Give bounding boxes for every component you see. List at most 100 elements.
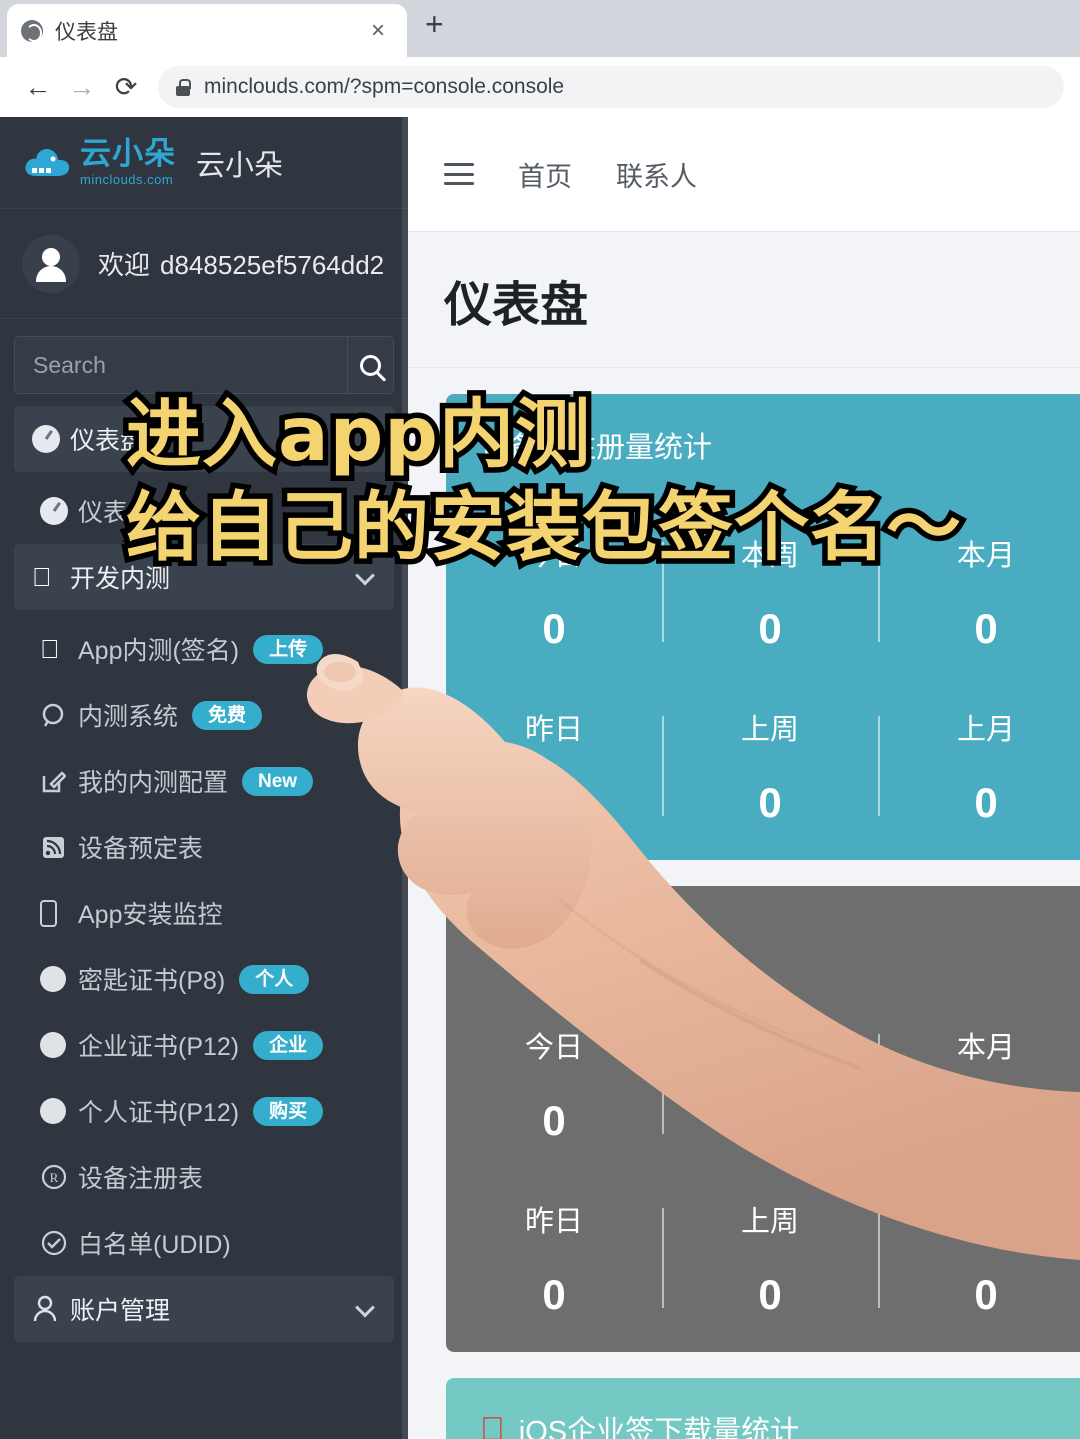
browser-tab-strip: 仪表盘 × + <box>0 0 1080 57</box>
sidebar-item-app-install-monitor[interactable]: App安装监控 <box>14 880 394 946</box>
sidebar-search <box>0 319 408 406</box>
chevron-down-icon <box>355 1297 375 1318</box>
sidebar-item-personal-cert-p12[interactable]: 个人证书(P12) 购买 <box>14 1078 394 1144</box>
svg-text:R: R <box>50 1170 59 1185</box>
forward-button[interactable]: → <box>60 65 104 109</box>
badge-personal: 个人 <box>239 964 310 994</box>
sidebar-item-label: 账户管理 <box>70 1297 171 1325</box>
edit-icon <box>40 768 78 794</box>
search-icon <box>360 354 381 376</box>
badge-enterprise: 企业 <box>253 1030 324 1060</box>
sidebar-item-my-beta-config[interactable]: 我的内测配置 New <box>14 748 394 814</box>
sidebar-item-label: 仪表盘 <box>78 499 154 527</box>
stat-cell: 本周 0 <box>662 532 878 650</box>
stat-cards: 设备新注册量统计 今日 0 本周 0 本月 0 昨日 0 上周 0 上月 0 统… <box>408 368 1080 1439</box>
search-button[interactable] <box>347 337 393 393</box>
hamburger-icon[interactable] <box>444 163 474 185</box>
avatar <box>22 234 80 293</box>
sidebar-item-label: 个人证书(P12) <box>78 1099 240 1127</box>
stat-cell: 昨日 0 <box>446 1198 662 1316</box>
badge-upload: 上传 <box>253 634 324 664</box>
sidebar-item-label: 我的内测配置 <box>78 769 229 797</box>
stat-value: 0 <box>974 605 998 652</box>
sidebar-item-app-beta-sign[interactable]:  App内测(签名) 上传 <box>14 616 394 682</box>
stat-label: 本月 <box>956 540 1015 572</box>
sidebar-item-beta-system[interactable]: 内测系统 免费 <box>14 682 394 748</box>
browser-toolbar: ← → ⟳ minclouds.com/?spm=console.console <box>0 57 1080 117</box>
gauge-icon <box>32 425 70 453</box>
stat-card-device-registrations[interactable]: 设备新注册量统计 今日 0 本周 0 本月 0 昨日 0 上周 0 上月 0 <box>446 394 1080 860</box>
user-welcome-row[interactable]: 欢迎 d848525ef5764dd2 <box>0 209 408 319</box>
stat-card-secondary[interactable]: 统计 今日 0 本周 0 本月 0 昨日 0 上周 0 上月 0 <box>446 886 1080 1352</box>
sidebar-item-label: 企业证书(P12) <box>78 1033 240 1061</box>
card-title: 统计 <box>446 916 1080 958</box>
stat-value: 0 <box>974 1271 998 1318</box>
stat-label: 上周 <box>740 714 799 746</box>
stat-label: 昨日 <box>524 714 583 746</box>
welcome-greeting: 欢迎 <box>98 250 151 280</box>
stat-label: 今日 <box>524 540 583 572</box>
stat-card-ios-enterprise-downloads[interactable]:  iOS企业签下载量统计 今日 本周 本月 mi <box>446 1378 1080 1439</box>
address-bar[interactable]: minclouds.com/?spm=console.console <box>158 66 1064 108</box>
stat-cell: 今日 0 <box>446 1024 662 1142</box>
sidebar-item-label: 设备注册表 <box>78 1165 204 1193</box>
user-icon <box>32 1295 70 1323</box>
sidebar-group-account[interactable]: 账户管理 <box>14 1276 394 1342</box>
browser-tab[interactable]: 仪表盘 × <box>7 4 407 57</box>
sidebar-item-dashboard[interactable]: 仪表盘 <box>14 406 394 472</box>
gauge-icon <box>40 497 78 525</box>
card-title:  iOS企业签下载量统计 <box>446 1408 1080 1439</box>
sidebar-item-label: 密匙证书(P8) <box>78 967 226 995</box>
nav-link-home[interactable]: 首页 <box>518 155 572 194</box>
back-button[interactable]: ← <box>16 65 60 109</box>
nav-link-contacts[interactable]: 联系人 <box>616 155 697 194</box>
screenshot-root: 仪表盘 × + ← → ⟳ minclouds.com/?spm=console… <box>0 0 1080 1439</box>
card-title: 设备新注册量统计 <box>446 424 1080 466</box>
check-circle-icon <box>40 1229 78 1257</box>
sidebar-item-dashboard-2[interactable]: 仪表盘 <box>14 478 394 544</box>
stat-value: 0 <box>758 779 782 826</box>
page-title: 仪表盘 <box>444 278 589 332</box>
brand-header[interactable]: 云小朵 minclouds.com 云小朵 <box>0 117 408 209</box>
page-title-bar: 仪表盘 <box>408 232 1080 368</box>
brand-name: 云小朵 <box>80 136 176 171</box>
stat-cell: 上周 0 <box>662 706 878 824</box>
sidebar-item-enterprise-cert-p12[interactable]: 企业证书(P12) 企业 <box>14 1012 394 1078</box>
sidebar-item-label: App安装监控 <box>78 901 223 929</box>
apple-icon:  <box>32 564 70 590</box>
stat-cell: 上月 0 <box>878 706 1080 824</box>
reload-button[interactable]: ⟳ <box>104 65 148 109</box>
search-box[interactable] <box>14 336 394 394</box>
ring-icon <box>40 702 78 728</box>
stat-label: 本月 <box>956 1032 1015 1064</box>
sidebar-item-device-registry[interactable]: R 设备注册表 <box>14 1144 394 1210</box>
sidebar-group-dev-beta[interactable]:  开发内测 <box>14 544 394 610</box>
stat-row-current: 今日 0 本周 0 本月 0 <box>446 532 1080 650</box>
stat-value: 0 <box>758 1271 782 1318</box>
sidebar-item-key-cert-p8[interactable]: 密匙证书(P8) 个人 <box>14 946 394 1012</box>
stat-cell: 上周 0 <box>662 1198 878 1316</box>
certificate-icon <box>40 1098 78 1124</box>
sidebar-item-whitelist-udid[interactable]: 白名单(UDID) <box>14 1210 394 1276</box>
stat-value: 0 <box>542 1271 566 1318</box>
brand-alt-name: 云小朵 <box>196 149 284 182</box>
sidebar-item-device-booking[interactable]: 设备预定表 <box>14 814 394 880</box>
brand-domain: minclouds.com <box>80 172 174 187</box>
rss-icon <box>40 834 78 860</box>
main-content: 首页 联系人 仪表盘 设备新注册量统计 今日 0 本周 0 本月 0 昨日 0 … <box>408 117 1080 1439</box>
card-title-text: iOS企业签下载量统计 <box>494 1416 799 1439</box>
stat-value: 0 <box>974 1097 998 1144</box>
close-icon[interactable]: × <box>371 18 385 43</box>
globe-icon <box>21 19 43 42</box>
badge-free: 免费 <box>192 700 263 730</box>
sidebar-item-label: App内测(签名) <box>78 637 240 665</box>
new-tab-button[interactable]: + <box>425 8 444 40</box>
stat-label: 上周 <box>740 1206 799 1238</box>
stat-cell: 本月 0 <box>878 1024 1080 1142</box>
top-navbar: 首页 联系人 <box>408 117 1080 232</box>
sidebar-item-label: 设备预定表 <box>78 835 204 863</box>
cloud-logo-icon <box>22 142 74 184</box>
stat-label: 本周 <box>740 540 799 572</box>
stat-value: 0 <box>542 1097 566 1144</box>
search-input[interactable] <box>15 337 347 393</box>
